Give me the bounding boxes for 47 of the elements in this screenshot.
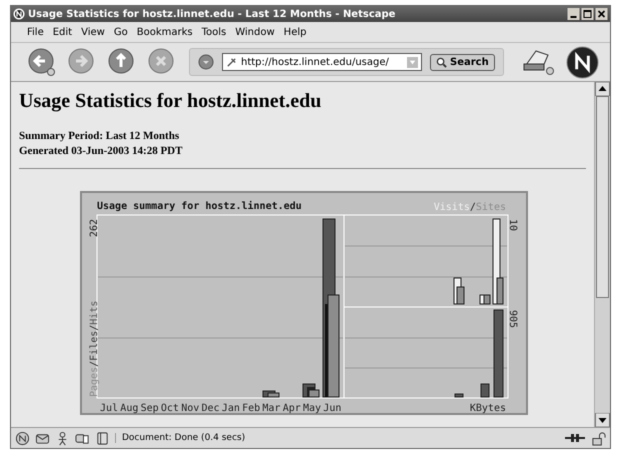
netscape-icon xyxy=(13,8,25,20)
menu-item[interactable]: Help xyxy=(284,26,306,38)
menu-item[interactable]: Go xyxy=(114,26,128,38)
menu-item[interactable]: Window xyxy=(235,26,275,38)
maximize-icon[interactable] xyxy=(581,8,594,20)
axis-max-label: 262 xyxy=(89,219,100,238)
menu-item[interactable]: File xyxy=(27,26,44,38)
netscape-logo-icon[interactable] xyxy=(566,46,599,78)
menu-item[interactable]: Edit xyxy=(52,26,72,38)
close-icon[interactable] xyxy=(595,8,608,20)
month-label: Oct xyxy=(160,403,179,414)
search-button[interactable]: Search xyxy=(430,54,495,70)
window-title: Usage Statistics for hostz.linnet.edu - Last 12 Months - Netscape xyxy=(28,8,396,20)
month-label: Dec xyxy=(202,403,220,414)
month-label: Nov xyxy=(181,403,200,414)
chart-title: Usage summary for hostz.linnet.edu xyxy=(97,201,302,212)
menu-item[interactable]: Bookmarks xyxy=(136,26,193,38)
axis-legend: Pages/Files/Hits xyxy=(89,300,100,397)
minimize-icon[interactable] xyxy=(567,8,580,20)
month-label: Jul xyxy=(100,403,118,414)
go-icon[interactable] xyxy=(198,54,214,70)
summary-line: Generated 03-Jun-2003 14:28 PDT xyxy=(19,144,184,159)
month-label: Sep xyxy=(140,403,159,414)
page-heading: Usage Statistics for hostz.linnet.edu xyxy=(19,90,322,113)
connection-icon xyxy=(564,431,586,445)
summary-line: Summary Period: Last 12 Months xyxy=(19,129,180,144)
menu-item[interactable]: View xyxy=(81,26,105,38)
menu-item[interactable]: Tools xyxy=(202,26,226,38)
axis-unit-label: KBytes xyxy=(470,403,506,414)
month-label: Jun xyxy=(323,403,342,414)
search-icon xyxy=(436,56,447,68)
notebook-icon[interactable] xyxy=(95,430,110,446)
month-label: Aug xyxy=(120,403,138,414)
status-text: Document: Done (0.4 secs) xyxy=(115,433,246,443)
navigator-icon[interactable] xyxy=(15,430,30,446)
month-label: May xyxy=(303,403,322,414)
month-label: Jan xyxy=(222,403,240,414)
month-label: Apr xyxy=(282,403,301,414)
month-label: Feb xyxy=(242,403,260,414)
back-icon[interactable] xyxy=(27,47,57,77)
axis-max-label: 10 xyxy=(507,219,518,232)
scroll-down-icon[interactable] xyxy=(595,413,610,427)
url-field[interactable]: http://hostz.linnet.edu/usage/ xyxy=(222,53,422,71)
padlock-icon xyxy=(591,430,606,446)
axis-max-label: 905 xyxy=(507,310,518,328)
month-label: Mar xyxy=(262,403,280,414)
scroll-up-icon[interactable] xyxy=(595,82,610,96)
